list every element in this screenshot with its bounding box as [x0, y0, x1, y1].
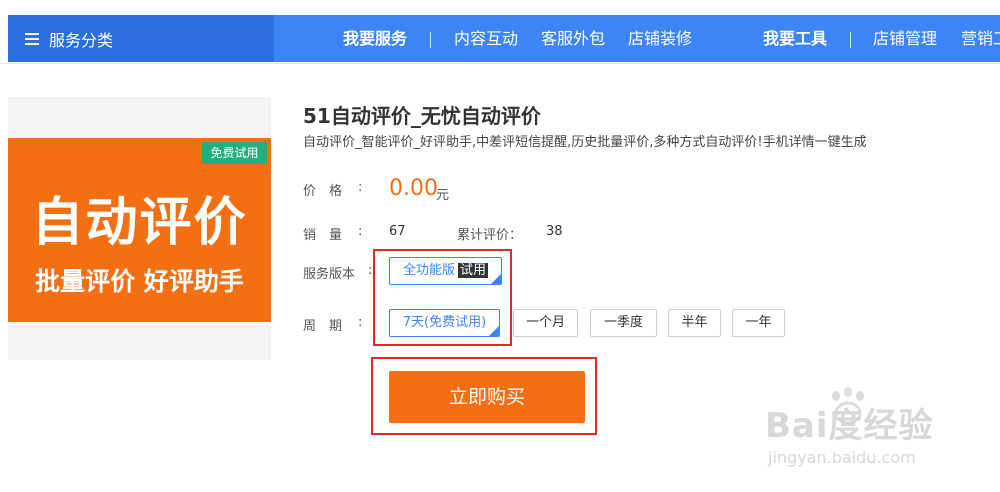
- sales-label-text: 销 量: [303, 228, 343, 243]
- top-nav: 服务分类 我要服务 内容互动 客服外包 店铺装修 我要工具 店铺管理 营销工: [0, 0, 1000, 64]
- product-image-title: 自动评价: [31, 193, 248, 253]
- colon: :: [358, 180, 363, 195]
- nav-customer-outsourcing[interactable]: 客服外包: [541, 15, 605, 62]
- period-option-year[interactable]: 一年: [732, 309, 785, 337]
- watermark-logo: Bai度经验: [765, 406, 934, 446]
- nav-bar: 服务分类 我要服务 内容互动 客服外包 店铺装修 我要工具 店铺管理 营销工: [8, 15, 1000, 62]
- price-label: 价 格:: [303, 180, 362, 199]
- period-option-quarter[interactable]: 一季度: [590, 309, 657, 337]
- category-label: 服务分类: [49, 30, 114, 50]
- watermark-url: jingyan.baidu.com: [768, 448, 916, 467]
- reviews-label: 累计评价：: [457, 228, 523, 243]
- reviews-value: 38: [546, 224, 563, 239]
- period-option-month[interactable]: 一个月: [513, 309, 578, 337]
- nav-separator: [430, 32, 431, 48]
- nav-separator: [850, 32, 851, 48]
- nav-marketing-tools[interactable]: 营销工: [961, 15, 1000, 62]
- colon: :: [368, 263, 373, 278]
- nav-my-services[interactable]: 我要服务: [343, 15, 407, 62]
- highlight-box-options: [373, 249, 512, 346]
- price-label-text: 价 格: [303, 184, 343, 199]
- buy-now-button[interactable]: 立即购买: [389, 371, 585, 423]
- version-label: 服务版本:: [303, 263, 372, 282]
- nav-store-decoration[interactable]: 店铺装修: [628, 15, 692, 62]
- version-label-text: 服务版本: [303, 267, 356, 282]
- price-value: 0.00: [389, 176, 438, 201]
- price-unit: 元: [436, 188, 450, 203]
- period-option-halfyear[interactable]: 半年: [668, 309, 721, 337]
- colon: :: [358, 315, 363, 330]
- nav-my-tools[interactable]: 我要工具: [763, 15, 827, 62]
- nav-store-management[interactable]: 店铺管理: [873, 15, 937, 62]
- colon: :: [358, 224, 363, 239]
- product-image-subtitle: 批量评价 好评助手: [35, 267, 244, 296]
- menu-icon: [25, 32, 39, 45]
- period-label: 周 期:: [303, 315, 362, 334]
- product-description: 自动评价_智能评价_好评助手,中差评短信提醒,历史批量评价,多种方式自动评价!手…: [303, 135, 867, 150]
- product-title: 51自动评价_无忧自动评价: [303, 104, 541, 128]
- free-trial-tag: 免费试用: [202, 142, 267, 164]
- service-category-button[interactable]: 服务分类: [8, 15, 274, 62]
- nav-content-interaction[interactable]: 内容互动: [454, 15, 518, 62]
- sales-value: 67: [389, 224, 406, 239]
- period-label-text: 周 期: [303, 319, 343, 334]
- sales-label: 销 量:: [303, 224, 362, 243]
